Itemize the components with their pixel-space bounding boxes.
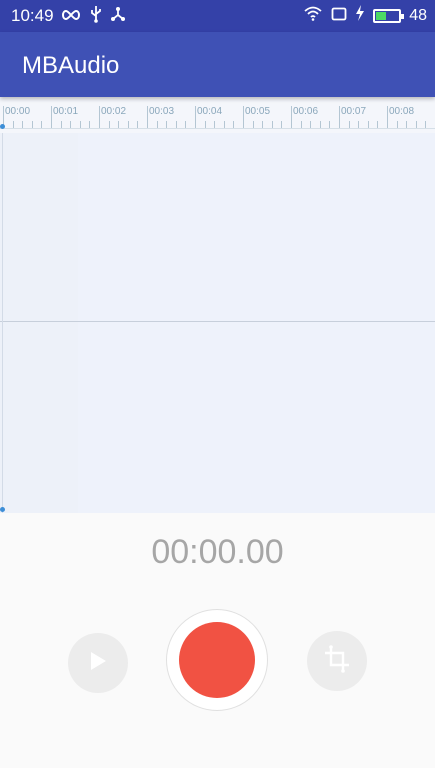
- timeline-minor-tick: [329, 121, 331, 128]
- crop-button[interactable]: [307, 631, 367, 691]
- timeline-label: 00:06: [293, 106, 319, 117]
- timeline-major-tick: [195, 106, 196, 128]
- play-button[interactable]: [68, 633, 128, 693]
- share-icon: [110, 6, 126, 27]
- timeline-minor-tick: [252, 121, 254, 128]
- timeline-minor-tick: [166, 121, 168, 128]
- timeline-minor-tick: [60, 121, 62, 128]
- timeline-minor-tick: [175, 121, 177, 128]
- timeline-minor-tick: [185, 121, 187, 128]
- timeline-major-tick: [291, 106, 292, 128]
- timeline-minor-tick: [79, 121, 81, 128]
- charging-icon: [355, 5, 365, 26]
- timeline-minor-tick: [223, 121, 225, 128]
- timeline-baseline: [0, 128, 435, 129]
- timeline-minor-tick: [12, 121, 14, 128]
- timeline-minor-tick: [271, 121, 273, 128]
- timeline-minor-tick: [281, 121, 283, 128]
- battery-fill: [376, 11, 386, 20]
- recorder-controls: 00:00.00: [0, 513, 435, 768]
- usb-icon: [90, 5, 102, 28]
- timeline-minor-tick: [348, 121, 350, 128]
- timeline-major-tick: [147, 106, 148, 128]
- playhead-top-marker[interactable]: [0, 124, 5, 129]
- screen: 10:49 48 MBAudio 00:00 00:01 00:02 00:03…: [0, 0, 435, 768]
- status-bar: 10:49 48: [0, 0, 435, 32]
- app-title: MBAudio: [22, 52, 120, 79]
- timeline-minor-tick: [22, 121, 24, 128]
- timeline-minor-tick: [367, 121, 369, 128]
- timeline-minor-tick: [377, 121, 379, 128]
- timeline-minor-tick: [262, 121, 264, 128]
- timeline-label: 00:03: [149, 106, 175, 117]
- timeline-minor-tick: [300, 121, 302, 128]
- battery-icon: [373, 8, 405, 23]
- play-icon: [87, 649, 109, 678]
- timeline-minor-tick: [406, 121, 408, 128]
- timeline-minor-tick: [415, 121, 417, 128]
- wifi-icon: [303, 5, 323, 26]
- cast-icon: [331, 6, 347, 26]
- timeline-label: 00:02: [101, 106, 127, 117]
- timeline-label: 00:07: [341, 106, 367, 117]
- timeline-minor-tick: [233, 121, 235, 128]
- timeline-minor-tick: [41, 121, 43, 128]
- timeline-major-tick: [243, 106, 244, 128]
- timeline-minor-tick: [204, 121, 206, 128]
- timeline-minor-tick: [319, 121, 321, 128]
- timeline-label: 00:04: [197, 106, 223, 117]
- timeline-label: 00:00: [5, 106, 31, 117]
- timeline-minor-tick: [108, 121, 110, 128]
- timeline-major-tick: [387, 106, 388, 128]
- timeline-major-tick: [51, 106, 52, 128]
- waveform-shade: [0, 133, 78, 513]
- timeline-major-tick: [99, 106, 100, 128]
- waveform-area[interactable]: [0, 133, 435, 513]
- timeline-label: 00:01: [53, 106, 79, 117]
- timeline-minor-tick: [156, 121, 158, 128]
- timeline-minor-tick: [31, 121, 33, 128]
- timeline-minor-tick: [214, 121, 216, 128]
- timeline-minor-tick: [425, 121, 427, 128]
- timeline-minor-tick: [89, 121, 91, 128]
- timeline-label: 00:05: [245, 106, 271, 117]
- record-icon: [179, 622, 255, 698]
- timeline-ruler[interactable]: 00:00 00:01 00:02 00:03 00:04 00:05 00:0…: [0, 97, 435, 133]
- timeline-minor-tick: [310, 121, 312, 128]
- timeline-minor-tick: [118, 121, 120, 128]
- elapsed-time: 00:00.00: [151, 533, 284, 571]
- timeline-minor-tick: [70, 121, 72, 128]
- timeline-minor-tick: [358, 121, 360, 128]
- playhead-line[interactable]: [2, 133, 3, 513]
- crop-icon: [322, 644, 352, 679]
- playhead-bottom-marker[interactable]: [0, 507, 5, 512]
- timeline-label: 00:08: [389, 106, 415, 117]
- battery-level: 48: [409, 6, 427, 24]
- timeline-minor-tick: [137, 121, 139, 128]
- status-right: 48: [303, 5, 427, 26]
- timeline-minor-tick: [127, 121, 129, 128]
- timeline-major-tick: [339, 106, 340, 128]
- app-bar: MBAudio: [0, 32, 435, 97]
- status-left-icons: [60, 5, 126, 28]
- status-time: 10:49: [11, 6, 54, 25]
- waveform-center-line: [0, 321, 435, 322]
- infinity-icon: [60, 7, 82, 27]
- timeline-minor-tick: [396, 121, 398, 128]
- record-button[interactable]: [166, 609, 268, 711]
